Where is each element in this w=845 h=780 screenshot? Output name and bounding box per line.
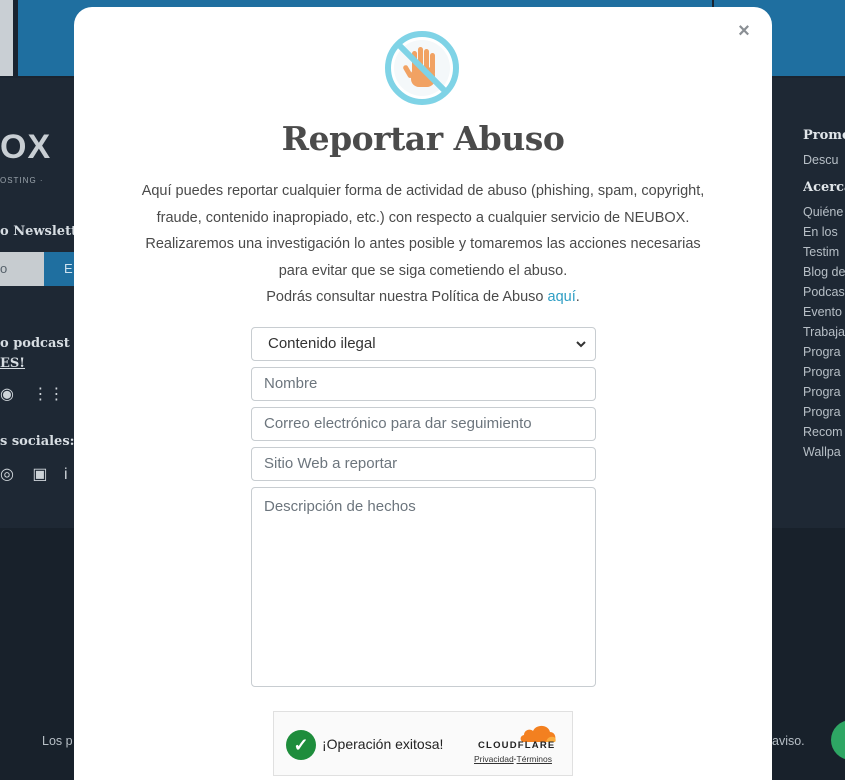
newsletter-input[interactable]: o [0, 252, 44, 286]
footer-heading-about: Acerca [803, 180, 845, 195]
podcast-label: o podcast ES! [0, 334, 70, 374]
instagram-icon[interactable]: ◎ [0, 466, 14, 483]
email-input[interactable]: Correo electrónico para dar seguimiento [251, 407, 596, 441]
category-selected-value: Contenido ilegal [268, 335, 376, 352]
captcha-status: ¡Operación exitosa! [322, 736, 444, 752]
social-label: s sociales: [0, 434, 75, 449]
newsletter-label: o Newslette [0, 224, 86, 239]
close-icon[interactable]: × [734, 21, 754, 41]
footer-link[interactable]: Testim [803, 242, 845, 262]
description-text: Aquí puedes reportar cualquier forma de … [141, 183, 705, 279]
modal-description: Aquí puedes reportar cualquier forma de … [132, 178, 714, 311]
footer-link[interactable]: Blog de [803, 262, 845, 282]
cloudflare-captcha[interactable]: ✓ ¡Operación exitosa! CLOUDFLARE Privaci… [273, 711, 573, 776]
footer-link[interactable]: Evento [803, 302, 845, 322]
footer-notice: aviso. [772, 734, 805, 748]
modal-title: Reportar Abuso [281, 119, 565, 158]
spotify-icon[interactable]: ◉ [0, 386, 14, 403]
footer-link[interactable]: Progra [803, 402, 845, 422]
policy-period: . [575, 289, 580, 305]
footer-logo[interactable]: OX [0, 128, 51, 167]
footer-link[interactable]: En los [803, 222, 845, 242]
terms-link[interactable]: Términos [517, 754, 552, 764]
stop-hand-icon [385, 31, 459, 105]
podcast-link[interactable]: ES! [0, 354, 70, 374]
check-icon: ✓ [286, 730, 316, 760]
podcast-icons: ◉ ⋮⋮ [0, 384, 64, 404]
footer-link[interactable]: Descu [803, 150, 845, 170]
footer-right-column: Promo Descu Acerca Quiéne En los Testim … [803, 128, 845, 462]
footer-link[interactable]: Podcas [803, 282, 845, 302]
footer-link[interactable]: Quiéne [803, 202, 845, 222]
footer-link[interactable]: Trabaja [803, 322, 845, 342]
policy-link[interactable]: aquí [548, 289, 576, 305]
linkedin-icon[interactable]: i [64, 466, 68, 483]
website-input[interactable]: Sitio Web a reportar [251, 447, 596, 481]
privacy-link[interactable]: Privacidad [474, 754, 514, 764]
page-header-left-strip [0, 0, 13, 76]
footer-link[interactable]: Progra [803, 362, 845, 382]
footer-link[interactable]: Recom [803, 422, 845, 442]
report-abuse-modal: × Reportar Abuso Aquí puedes reportar cu… [74, 7, 772, 780]
social-icons: ◎ ▣ i [0, 464, 68, 484]
captcha-links: Privacidad·Términos [474, 754, 552, 764]
footer-heading-promo: Promo [803, 128, 845, 143]
footer-copyright: Los p [42, 734, 73, 748]
footer-link[interactable]: Wallpa [803, 442, 845, 462]
name-input[interactable]: Nombre [251, 367, 596, 401]
cloudflare-brand: CLOUDFLARE [478, 740, 556, 751]
description-textarea[interactable]: Descripción de hechos [251, 487, 596, 687]
footer-link[interactable]: Progra [803, 382, 845, 402]
footer-logo-subtitle: OSTING · [0, 176, 44, 185]
chevron-down-icon [575, 330, 587, 370]
podcast-label-line1: o podcast [0, 336, 70, 351]
policy-text: Podrás consultar nuestra Política de Abu… [266, 289, 544, 305]
category-select[interactable]: Contenido ilegal [251, 327, 596, 361]
blog-icon[interactable]: ▣ [32, 466, 47, 483]
footer-link[interactable]: Progra [803, 342, 845, 362]
google-podcasts-icon[interactable]: ⋮⋮ [32, 386, 64, 403]
